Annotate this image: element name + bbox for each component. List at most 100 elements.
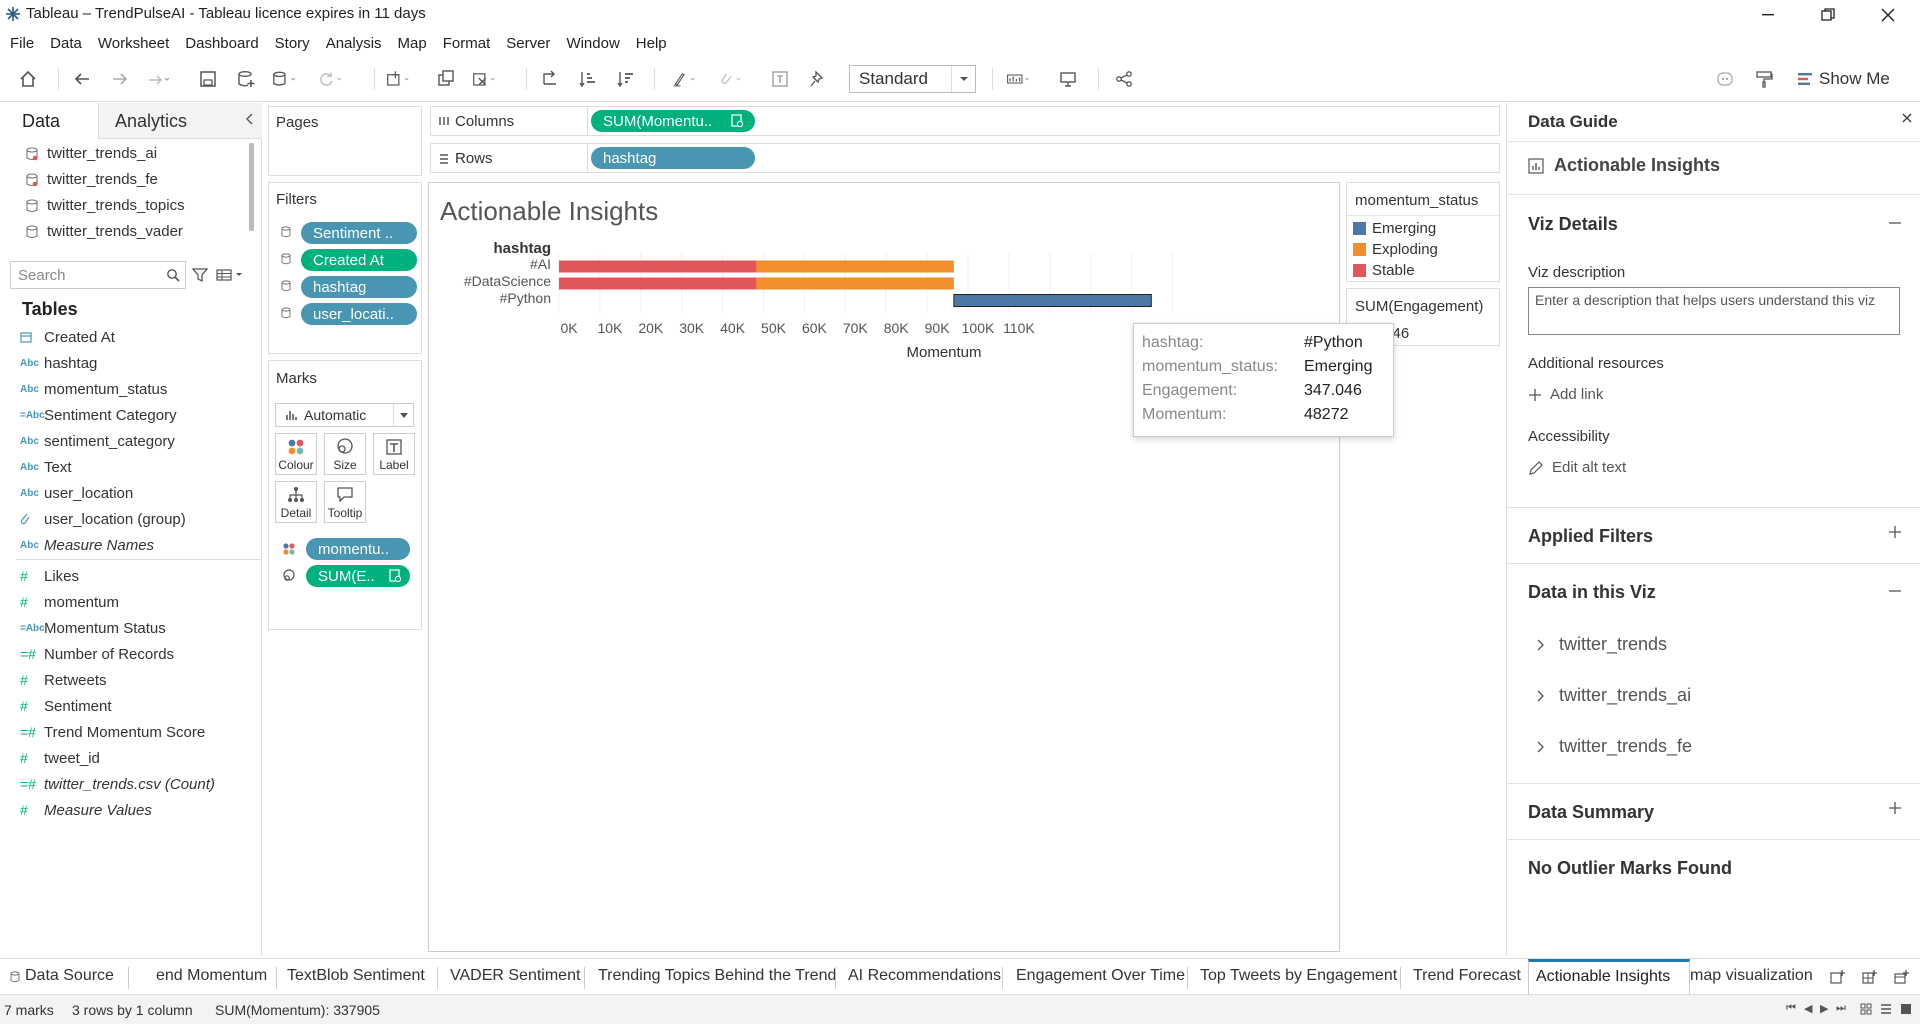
field-item[interactable]: Abc Measure Names (20, 534, 154, 556)
field-item[interactable]: Abc sentiment_category (20, 430, 175, 452)
duplicate-sheet-icon[interactable] (434, 67, 458, 91)
sheet-tab[interactable]: TextBlob Sentiment (287, 967, 425, 985)
pages-card[interactable]: Pages (268, 106, 422, 176)
format-workbook-icon[interactable] (1752, 67, 1776, 91)
field-item[interactable]: =# Trend Momentum Score (20, 721, 205, 743)
filter-pill-created-at[interactable]: Created At (301, 249, 417, 271)
new-worksheet-icon[interactable] (1830, 969, 1846, 985)
field-item[interactable]: Abc momentum_status (20, 378, 167, 400)
size-button[interactable]: Size (324, 433, 366, 475)
tab-data-source[interactable]: Data Source (25, 967, 114, 985)
home-icon[interactable] (16, 67, 40, 91)
redo-icon[interactable] (108, 67, 132, 91)
tooltip-button[interactable]: Tooltip (324, 481, 366, 523)
viz-description-input[interactable]: Enter a description that helps users und… (1528, 287, 1900, 335)
field-item[interactable]: Abc Text (20, 456, 72, 478)
filter-fields-icon[interactable] (192, 267, 208, 283)
menu-window[interactable]: Window (566, 35, 619, 52)
data-source-item[interactable]: twitter_trends_vader (26, 223, 183, 240)
show-me-button[interactable]: Show Me (1797, 67, 1890, 91)
close-pane-icon[interactable] (1902, 113, 1912, 123)
sheet-tab[interactable]: Trend Forecast (1413, 967, 1521, 985)
data-source-scrollbar[interactable] (249, 143, 254, 231)
first-sheet-icon[interactable]: ⏮ (1786, 1002, 1796, 1015)
prev-sheet-icon[interactable]: ◀ (1804, 1002, 1812, 1015)
columns-shelf[interactable]: Columns SUM(Momentu.. (430, 106, 1500, 136)
new-worksheet-icon[interactable] (386, 67, 410, 91)
data-source-item[interactable]: twitter_trends_fe (26, 171, 158, 188)
sort-descending-icon[interactable] (614, 67, 638, 91)
colour-button[interactable]: Colour (275, 433, 317, 475)
field-item[interactable]: =Abc Sentiment Category (20, 404, 177, 426)
sheet-tab[interactable]: Top Tweets by Engagement (1200, 967, 1397, 985)
show-cards-icon[interactable] (1006, 67, 1030, 91)
legend-item-emerging[interactable]: Emerging (1353, 220, 1436, 237)
detail-button[interactable]: Detail (275, 481, 317, 523)
field-item[interactable]: =# twitter_trends.csv (Count) (20, 773, 215, 795)
pause-updates-icon[interactable] (272, 67, 296, 91)
data-summary-heading[interactable]: Data Summary (1528, 802, 1654, 823)
field-item[interactable]: # momentum (20, 591, 119, 613)
filters-card[interactable]: Filters Sentiment .. Created At hashtag … (268, 182, 422, 354)
field-item[interactable]: =# Number of Records (20, 643, 174, 665)
last-sheet-icon[interactable]: ⏭ (1836, 1002, 1846, 1015)
sheet-tab[interactable]: AI Recommendations (848, 967, 1001, 985)
field-item[interactable]: user_location (group) (20, 508, 186, 530)
collapse-section-icon[interactable] (1888, 579, 1902, 599)
show-tabs-icon[interactable] (1900, 1003, 1912, 1015)
colour-legend[interactable]: momentum_status Emerging Exploding Stabl… (1346, 182, 1500, 282)
columns-pill-sum-momentum[interactable]: SUM(Momentu.. (591, 110, 755, 132)
marks-pill-momentum-status[interactable]: momentu.. (306, 538, 410, 560)
menu-server[interactable]: Server (506, 35, 550, 52)
collapse-section-icon[interactable] (1888, 211, 1902, 231)
show-mark-labels-icon[interactable] (768, 67, 792, 91)
field-item[interactable]: # Sentiment (20, 695, 112, 717)
label-button[interactable]: Label (373, 433, 415, 475)
view-options-icon[interactable] (216, 269, 246, 281)
field-item[interactable]: # Retweets (20, 669, 107, 691)
ai-assistant-icon[interactable] (1713, 67, 1737, 91)
bar-exploding[interactable] (756, 277, 954, 290)
rows-pill-hashtag[interactable]: hashtag (591, 147, 755, 169)
applied-filters-heading[interactable]: Applied Filters (1528, 526, 1653, 547)
menu-help[interactable]: Help (636, 35, 667, 52)
filter-pill-sentiment[interactable]: Sentiment .. (301, 222, 417, 244)
menu-file[interactable]: File (10, 35, 34, 52)
legend-item-exploding[interactable]: Exploding (1353, 241, 1438, 258)
field-item[interactable]: =Abc Momentum Status (20, 617, 166, 639)
sort-ascending-icon[interactable] (576, 67, 600, 91)
edit-alt-text-button[interactable]: Edit alt text (1528, 459, 1626, 476)
group-members-icon[interactable] (718, 67, 742, 91)
tab-data[interactable]: Data (0, 103, 98, 139)
new-story-icon[interactable] (1894, 969, 1910, 985)
data-source-row[interactable]: twitter_trends_ai (1537, 685, 1691, 706)
tab-analytics[interactable]: Analytics (98, 103, 262, 139)
menu-map[interactable]: Map (398, 35, 427, 52)
field-item[interactable]: Abc hashtag (20, 352, 97, 374)
menu-analysis[interactable]: Analysis (326, 35, 382, 52)
sheet-tab[interactable]: Engagement Over Time (1016, 967, 1185, 985)
data-source-item[interactable]: twitter_trends_ai (26, 145, 157, 162)
filter-pill-user-location[interactable]: user_locati.. (301, 303, 417, 325)
restore-button[interactable] (1800, 0, 1856, 30)
menu-story[interactable]: Story (275, 35, 310, 52)
viz-canvas[interactable]: Actionable Insights hashtag #AI #DataScien… (428, 182, 1340, 952)
show-sheet-sorter-icon[interactable] (1860, 1003, 1872, 1015)
new-dashboard-icon[interactable] (1862, 969, 1878, 985)
close-window-button[interactable] (1860, 0, 1916, 30)
bar-emerging[interactable] (953, 294, 1152, 307)
field-item[interactable]: Abc user_location (20, 482, 133, 504)
fix-axes-icon[interactable] (806, 67, 830, 91)
rows-shelf[interactable]: Rows hashtag (430, 143, 1500, 173)
field-item[interactable]: # Likes (20, 565, 79, 587)
expand-section-icon[interactable] (1888, 525, 1902, 539)
share-icon[interactable] (1112, 67, 1136, 91)
undo-icon[interactable] (70, 67, 94, 91)
swap-rows-columns-icon[interactable] (538, 67, 562, 91)
redo-all-icon[interactable] (146, 67, 170, 91)
minimize-button[interactable] (1740, 0, 1796, 30)
bar-exploding[interactable] (756, 260, 954, 273)
sheet-tab[interactable]: end Momentum (156, 967, 267, 985)
new-data-source-icon[interactable] (234, 67, 258, 91)
sheet-tab[interactable]: VADER Sentiment (450, 967, 580, 985)
